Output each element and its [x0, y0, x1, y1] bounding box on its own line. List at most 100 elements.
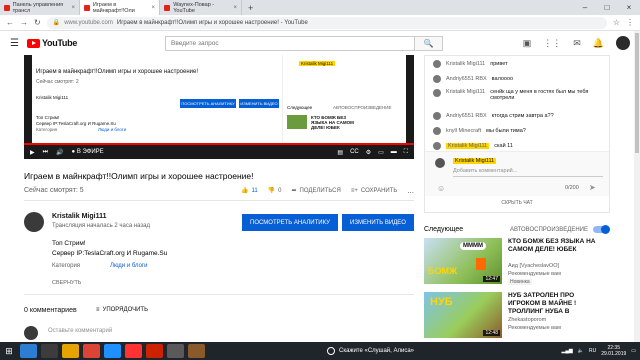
language-indicator[interactable]: RU	[589, 348, 596, 354]
up-next-heading: Следующее	[424, 226, 464, 233]
messages-icon[interactable]: ✉	[573, 38, 581, 49]
back-icon[interactable]: ←	[6, 18, 14, 27]
theater-mode-icon[interactable]: ▬	[391, 149, 397, 156]
like-button[interactable]: 👍 11	[241, 187, 258, 195]
close-tab-icon[interactable]: ×	[233, 5, 237, 11]
youtube-logo[interactable]: YouTube	[26, 38, 77, 48]
windows-start-icon[interactable]: ⊞	[0, 342, 18, 360]
apps-grid-icon[interactable]: ⋮⋮	[543, 38, 561, 49]
close-tab-icon[interactable]: ×	[151, 5, 155, 11]
chat-author[interactable]: Kristalik Migi111	[446, 61, 485, 67]
taskbar-folder-icon[interactable]	[62, 344, 79, 358]
taskbar-app-icon[interactable]	[146, 344, 163, 358]
video-thumbnail[interactable]: ММММ БОМЖ 12:47	[424, 238, 502, 284]
network-icon[interactable]: ▂▄▆	[562, 348, 573, 354]
address-bar[interactable]: 🔒 www.youtube.com Играем в майнкрафт!!Ол…	[46, 16, 607, 29]
hide-chat-button[interactable]: СКРЫТЬ ЧАТ	[425, 200, 609, 206]
close-window-icon[interactable]: ×	[618, 0, 640, 15]
taskbar-obs-icon[interactable]	[167, 344, 184, 358]
live-badge[interactable]: ● В ЭФИРЕ	[72, 149, 104, 155]
notifications-icon[interactable]: ▭	[631, 348, 636, 354]
chat-author-highlight[interactable]: Kristalik Migi111	[446, 142, 490, 149]
chat-text: сенйк ща у меня в гостях был мы тебя смо…	[490, 89, 589, 101]
channel-name[interactable]: Kristalik Migi111	[52, 213, 106, 220]
dislike-button[interactable]: 👎 0	[268, 187, 282, 195]
category-link[interactable]: Люди и блоги	[110, 263, 147, 269]
chat-replay-icon[interactable]: ▤	[337, 149, 343, 156]
sort-comments-button[interactable]: ≡ УПОРЯДОЧИТЬ	[96, 307, 148, 313]
divider	[24, 200, 414, 201]
collapse-description-button[interactable]: СВЕРНУТЬ	[52, 280, 81, 286]
new-badge: Новинка	[508, 279, 532, 285]
scrollbar-thumb[interactable]	[635, 33, 639, 153]
chat-message: Andriy6551 RBX ктогда стрим завтра а??	[425, 108, 609, 123]
chat-author[interactable]: Andriy6551 RBX	[446, 76, 487, 82]
clock[interactable]: 22:35 29.01.2019	[601, 345, 626, 357]
taskbar-app-icon[interactable]	[41, 344, 58, 358]
chat-author[interactable]: knyll Minecraft	[446, 128, 481, 134]
tab-waynex[interactable]: Waynex-Повар - YouTube ×	[160, 0, 242, 15]
share-button[interactable]: ➦ ПОДЕЛИТЬСЯ	[292, 187, 341, 195]
forward-icon[interactable]: →	[20, 18, 28, 27]
video-title[interactable]: НУБ ЗАТРОЛЕН ПРО ИГРОКОМ В МАЙНЕ ! ТРОЛЛ…	[508, 292, 608, 316]
tab-current-video[interactable]: Играем в майнкрафт!!Оли ×	[80, 0, 160, 15]
hamburger-menu-icon[interactable]: ☰	[10, 38, 19, 49]
volume-tray-icon[interactable]: 🔈	[578, 348, 584, 354]
autoplay-toggle[interactable]	[592, 225, 610, 234]
chat-author[interactable]: Kristalik Migi111	[446, 89, 485, 95]
page-scrollbar[interactable]	[634, 31, 640, 342]
volume-icon[interactable]: 🔊	[56, 149, 63, 156]
windows-taskbar: ⊞ Скажите «Слушай, Алиса» ▂▄▆ 🔈 RU 22:35…	[0, 342, 640, 360]
tab-control-panel[interactable]: Панель управления трансл ×	[0, 0, 80, 15]
chat-text: скай 11	[494, 142, 513, 149]
minimize-icon[interactable]: –	[574, 0, 596, 15]
recommended-video[interactable]: НУБ 12:48 НУБ ЗАТРОЛЕН ПРО ИГРОКОМ В МАЙ…	[424, 292, 610, 342]
player-controls: ▶ ⏭ 🔊 ● В ЭФИРЕ ▤ CC ⚙ ▭ ▬ ⛶	[24, 145, 414, 159]
chat-author[interactable]: Andriy6551 RBX	[446, 113, 487, 119]
save-button[interactable]: ≡+ СОХРАНИТЬ	[351, 188, 397, 194]
fullscreen-icon[interactable]: ⛶	[404, 149, 408, 156]
video-thumbnail[interactable]: НУБ 12:48	[424, 292, 502, 338]
view-analytics-button[interactable]: ПОСМОТРЕТЬ АНАЛИТИКУ	[242, 214, 338, 231]
recommended-video[interactable]: ММММ БОМЖ 12:47 КТО БОМЖ БЕЗ ЯЗЫКА НА СА…	[424, 238, 610, 288]
live-chat-panel: Kristalik Migi111 привет Andriy6551 RBX ва…	[424, 55, 610, 213]
browser-menu-icon[interactable]: ⋮	[626, 18, 634, 27]
add-to-playlist-icon: ≡+	[350, 187, 358, 194]
cortana-search[interactable]: Скажите «Слушай, Алиса»	[327, 342, 414, 360]
account-avatar[interactable]	[616, 36, 630, 50]
video-player[interactable]: Играем в майнкрафт!!Олимп игры и хорошее…	[24, 55, 414, 159]
channel-avatar[interactable]	[24, 212, 44, 232]
send-icon[interactable]: ➤	[589, 183, 596, 192]
divider	[24, 294, 414, 295]
close-tab-icon[interactable]: ×	[71, 5, 75, 11]
search-button[interactable]: 🔍	[415, 35, 444, 51]
taskbar-yandex-icon[interactable]	[125, 344, 142, 358]
autoplay-toggle-row: АВТОВОСПРОИЗВЕДЕНИЕ	[510, 225, 610, 234]
video-title[interactable]: КТО БОМЖ БЕЗ ЯЗЫКА НА САМОМ ДЕЛЕ! ЮБЕК	[508, 238, 608, 254]
chat-message-input[interactable]: Добавить комментарий...	[453, 168, 603, 177]
reload-icon[interactable]: ↻	[34, 18, 41, 27]
edit-video-button[interactable]: ИЗМЕНИТЬ ВИДЕО	[342, 214, 414, 231]
taskbar-explorer-icon[interactable]	[20, 344, 37, 358]
new-tab-button[interactable]: +	[242, 0, 259, 15]
maximize-icon[interactable]: □	[596, 0, 618, 15]
play-pause-icon[interactable]: ▶	[30, 149, 35, 156]
add-comment-input[interactable]: Оставьте комментарий	[48, 328, 112, 334]
create-video-icon[interactable]: ▣	[523, 38, 532, 49]
subtitles-icon[interactable]: CC	[350, 149, 359, 156]
next-icon[interactable]: ⏭	[43, 149, 48, 156]
taskbar-chrome-icon[interactable]	[83, 344, 100, 358]
chat-message: Kristalik Migi111 скай 11	[425, 138, 609, 151]
notifications-bell-icon[interactable]: 🔔	[593, 38, 604, 49]
more-actions-button[interactable]: ...	[407, 186, 414, 195]
youtube-header: ☰ YouTube 🔍 ▣ ⋮⋮ ✉ 🔔	[0, 31, 640, 55]
emoji-icon[interactable]: ☺	[437, 184, 445, 193]
taskbar-minecraft-icon[interactable]	[188, 344, 205, 358]
chat-input-area: Kristalik Migi111 Добавить комментарий..…	[425, 151, 609, 196]
like-count: 11	[251, 187, 258, 194]
bookmark-star-icon[interactable]: ☆	[613, 18, 620, 27]
miniplayer-icon[interactable]: ▭	[378, 149, 384, 156]
settings-gear-icon[interactable]: ⚙	[366, 149, 371, 156]
taskbar-browser-icon[interactable]	[104, 344, 121, 358]
search-input[interactable]	[165, 35, 416, 51]
